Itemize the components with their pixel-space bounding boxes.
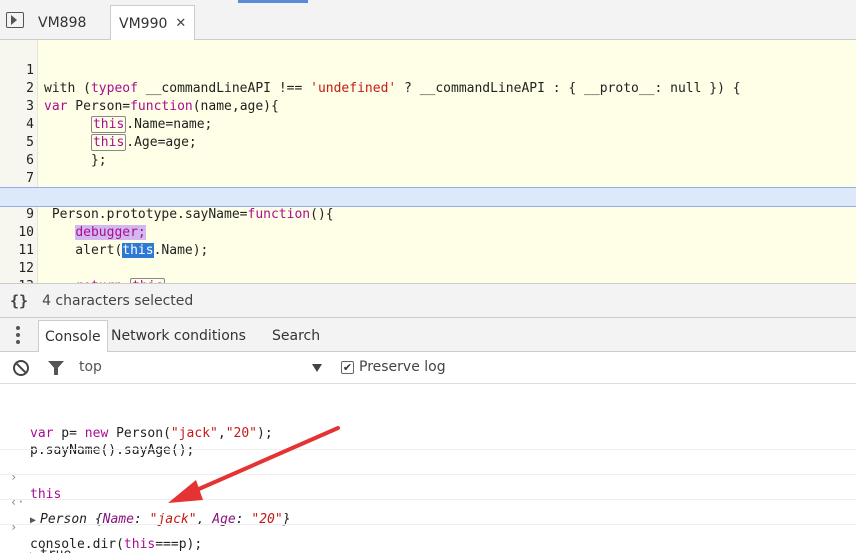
active-indicator: [238, 0, 308, 3]
tab-label: VM898: [38, 14, 87, 31]
code-line: 5 };: [0, 116, 856, 168]
navigator-toggle-icon[interactable]: [6, 12, 24, 28]
preserve-log-label[interactable]: Preserve log: [359, 359, 446, 375]
more-options-icon[interactable]: [16, 326, 20, 344]
editor-tab-bar: VM898 VM990 ✕: [0, 0, 856, 41]
console-result[interactable]: ‹· ▶ Person {Name: "jack", Age: "20"}: [0, 474, 856, 527]
code-line: 12 return this;: [0, 242, 856, 283]
editor-status-bar: {} 4 characters selected: [0, 283, 856, 318]
drawer-tab-bar: Console Network conditions Search: [0, 318, 856, 352]
code-line: 10 alert(this.Name);: [0, 206, 856, 258]
code-line: 7: [0, 152, 856, 186]
console-entry: › this: [0, 449, 856, 502]
tab-label: Console: [45, 328, 101, 345]
tab-network-conditions[interactable]: Network conditions: [105, 320, 252, 352]
pretty-print-icon[interactable]: {}: [10, 292, 28, 310]
code-line: 1 with (typeof __commandLineAPI !== 'und…: [0, 44, 856, 96]
dropdown-arrow-icon[interactable]: [312, 364, 322, 372]
code-line: 4 this .Age=age;: [0, 98, 856, 151]
clear-console-icon[interactable]: [13, 360, 29, 376]
context-selector[interactable]: top: [79, 359, 102, 375]
code-line: 13 };: [0, 260, 856, 283]
filter-icon[interactable]: [48, 361, 64, 375]
tab-search[interactable]: Search: [266, 320, 326, 352]
close-icon[interactable]: ✕: [175, 16, 186, 31]
code-line: 8 Person.prototype.sayName=function(){: [0, 170, 856, 222]
console-output[interactable]: var p= new Person("jack","20"); p.sayNam…: [0, 384, 856, 553]
tab-label: Network conditions: [111, 328, 246, 344]
console-result[interactable]: ▶true: [0, 524, 856, 553]
preserve-log-checkbox[interactable]: ✔: [341, 361, 354, 374]
code-line: 2 var Person=function(name,age){: [0, 62, 856, 114]
console-toolbar: top ✔ Preserve log: [0, 352, 856, 384]
console-entry: › console.dir(this===p);: [0, 499, 856, 552]
code-line: 11: [0, 224, 856, 258]
code-line: 3 this .Name=name;: [0, 80, 856, 133]
code-editor[interactable]: 1 with (typeof __commandLineAPI !== 'und…: [0, 40, 856, 283]
tab-vm990[interactable]: VM990 ✕: [110, 5, 196, 41]
tab-console[interactable]: Console: [38, 320, 108, 352]
tab-label: Search: [272, 328, 321, 344]
tab-vm898[interactable]: VM898: [30, 5, 94, 40]
code-line-paused: 9 debugger;: [0, 187, 856, 240]
tab-label: VM990: [119, 15, 168, 32]
code-line: 6: [0, 134, 856, 168]
selection-status: 4 characters selected: [42, 292, 194, 309]
